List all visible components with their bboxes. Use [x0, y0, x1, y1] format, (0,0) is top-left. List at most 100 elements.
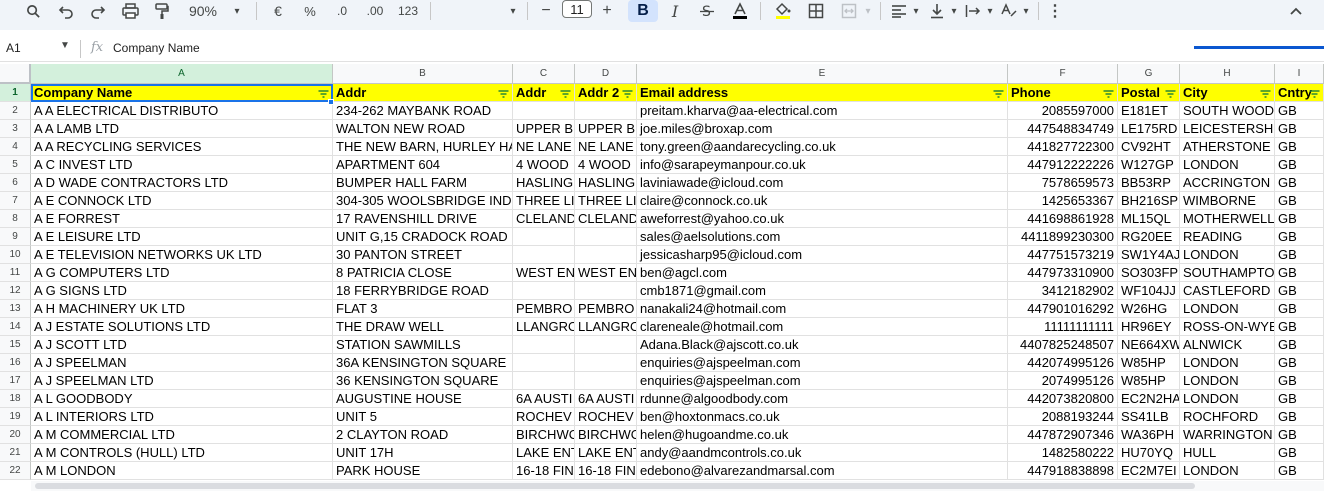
- row-header[interactable]: 20: [0, 426, 31, 444]
- cell-i[interactable]: GB: [1275, 192, 1324, 210]
- cell-h[interactable]: WARRINGTON: [1180, 426, 1275, 444]
- cell-d[interactable]: UPPER B: [575, 120, 637, 138]
- cell-i[interactable]: GB: [1275, 246, 1324, 264]
- cell-b[interactable]: APARTMENT 604: [333, 156, 513, 174]
- cell-c[interactable]: CLELAND: [513, 210, 575, 228]
- cell-d[interactable]: ROCHEV: [575, 408, 637, 426]
- cell-i[interactable]: GB: [1275, 426, 1324, 444]
- cell-c[interactable]: [513, 282, 575, 300]
- cell-a[interactable]: A C INVEST LTD: [31, 156, 333, 174]
- row-header[interactable]: 15: [0, 336, 31, 354]
- cell-c[interactable]: WEST EN: [513, 264, 575, 282]
- cell-e[interactable]: helen@hugoandme.co.uk: [637, 426, 1008, 444]
- cell-i[interactable]: GB: [1275, 264, 1324, 282]
- row-header[interactable]: 4: [0, 138, 31, 156]
- cell-e[interactable]: joe.miles@broxap.com: [637, 120, 1008, 138]
- cell-f[interactable]: 2074995126: [1008, 372, 1118, 390]
- cell-d[interactable]: THREE LI: [575, 192, 637, 210]
- cell-f[interactable]: 447751573219: [1008, 246, 1118, 264]
- cell-d[interactable]: [575, 228, 637, 246]
- cell-e[interactable]: tony.green@aandarecycling.co.uk: [637, 138, 1008, 156]
- filter-icon[interactable]: [1309, 87, 1320, 101]
- cell-d[interactable]: [575, 336, 637, 354]
- filter-icon[interactable]: [1260, 87, 1271, 101]
- cell-i[interactable]: GB: [1275, 462, 1324, 480]
- wrap-chevron-icon[interactable]: ▾: [984, 0, 996, 22]
- paint-format-icon[interactable]: [151, 0, 173, 22]
- text-rotation-icon[interactable]: [998, 0, 1020, 22]
- cell-h[interactable]: LEICESTERSH: [1180, 120, 1275, 138]
- cell-h[interactable]: ROSS-ON-WYE: [1180, 318, 1275, 336]
- header-cell[interactable]: Company Name: [31, 84, 333, 102]
- cell-c[interactable]: NE LANE: [513, 138, 575, 156]
- cell-d[interactable]: [575, 282, 637, 300]
- cell-g[interactable]: SW1Y4AJ: [1118, 246, 1180, 264]
- column-header-b[interactable]: B: [333, 64, 513, 84]
- cell-a[interactable]: A A RECYCLING SERVICES: [31, 138, 333, 156]
- cell-c[interactable]: 16-18 FIN: [513, 462, 575, 480]
- row-header[interactable]: 11: [0, 264, 31, 282]
- cell-a[interactable]: A A LAMB LTD: [31, 120, 333, 138]
- cell-d[interactable]: [575, 102, 637, 120]
- cell-g[interactable]: HR96EY: [1118, 318, 1180, 336]
- undo-icon[interactable]: [55, 0, 77, 22]
- cell-f[interactable]: 2085597000: [1008, 102, 1118, 120]
- cell-a[interactable]: A G COMPUTERS LTD: [31, 264, 333, 282]
- horizontal-scrollbar[interactable]: [31, 481, 1324, 491]
- cell-g[interactable]: NE664XW: [1118, 336, 1180, 354]
- row-header[interactable]: 6: [0, 174, 31, 192]
- cell-e[interactable]: enquiries@ajspeelman.com: [637, 354, 1008, 372]
- cell-i[interactable]: GB: [1275, 390, 1324, 408]
- cell-b[interactable]: PARK HOUSE: [333, 462, 513, 480]
- cell-c[interactable]: LLANGRO: [513, 318, 575, 336]
- collapse-toolbar-icon[interactable]: [1286, 0, 1306, 22]
- cell-f[interactable]: 447901016292: [1008, 300, 1118, 318]
- cell-d[interactable]: NE LANE: [575, 138, 637, 156]
- cell-d[interactable]: PEMBRO: [575, 300, 637, 318]
- cell-c[interactable]: [513, 228, 575, 246]
- cell-h[interactable]: LONDON: [1180, 372, 1275, 390]
- filter-icon[interactable]: [1165, 87, 1176, 101]
- cell-i[interactable]: GB: [1275, 156, 1324, 174]
- cell-e[interactable]: preitam.kharva@aa-electrical.com: [637, 102, 1008, 120]
- cell-e[interactable]: claire@connock.co.uk: [637, 192, 1008, 210]
- cell-i[interactable]: GB: [1275, 102, 1324, 120]
- cell-g[interactable]: WF104JJ: [1118, 282, 1180, 300]
- cell-e[interactable]: andy@aandmcontrols.co.uk: [637, 444, 1008, 462]
- cell-f[interactable]: 7578659573: [1008, 174, 1118, 192]
- cell-d[interactable]: 4 WOOD: [575, 156, 637, 174]
- rotation-chevron-icon[interactable]: ▾: [1020, 0, 1032, 22]
- cell-g[interactable]: W85HP: [1118, 354, 1180, 372]
- cell-g[interactable]: BH216SP: [1118, 192, 1180, 210]
- cell-h[interactable]: LONDON: [1180, 156, 1275, 174]
- select-all-corner[interactable]: [0, 64, 31, 84]
- row-header[interactable]: 19: [0, 408, 31, 426]
- cell-e[interactable]: laviniawade@icloud.com: [637, 174, 1008, 192]
- cell-g[interactable]: W127GP: [1118, 156, 1180, 174]
- cell-b[interactable]: 36 KENSINGTON SQUARE: [333, 372, 513, 390]
- cell-b[interactable]: THE DRAW WELL: [333, 318, 513, 336]
- vertical-align-icon[interactable]: [926, 0, 948, 22]
- scrollbar-thumb[interactable]: [35, 483, 1195, 489]
- row-header[interactable]: 10: [0, 246, 31, 264]
- cell-i[interactable]: GB: [1275, 228, 1324, 246]
- cell-h[interactable]: MOTHERWELL: [1180, 210, 1275, 228]
- cell-a[interactable]: A M COMMERCIAL LTD: [31, 426, 333, 444]
- cell-a[interactable]: A G SIGNS LTD: [31, 282, 333, 300]
- cell-f[interactable]: 2088193244: [1008, 408, 1118, 426]
- cell-e[interactable]: clareneale@hotmail.com: [637, 318, 1008, 336]
- cell-c[interactable]: [513, 372, 575, 390]
- row-header[interactable]: 5: [0, 156, 31, 174]
- cell-i[interactable]: GB: [1275, 318, 1324, 336]
- bold-button[interactable]: B: [628, 0, 658, 22]
- cell-d[interactable]: HASLING: [575, 174, 637, 192]
- cell-g[interactable]: W85HP: [1118, 372, 1180, 390]
- cell-h[interactable]: ROCHFORD: [1180, 408, 1275, 426]
- cell-g[interactable]: LE175RD: [1118, 120, 1180, 138]
- header-cell[interactable]: Cntry: [1275, 84, 1324, 102]
- cell-b[interactable]: 30 PANTON STREET: [333, 246, 513, 264]
- cell-h[interactable]: SOUTHAMPTO: [1180, 264, 1275, 282]
- header-cell[interactable]: Addr 2: [575, 84, 637, 102]
- cell-f[interactable]: 1425653367: [1008, 192, 1118, 210]
- cell-a[interactable]: A J SCOTT LTD: [31, 336, 333, 354]
